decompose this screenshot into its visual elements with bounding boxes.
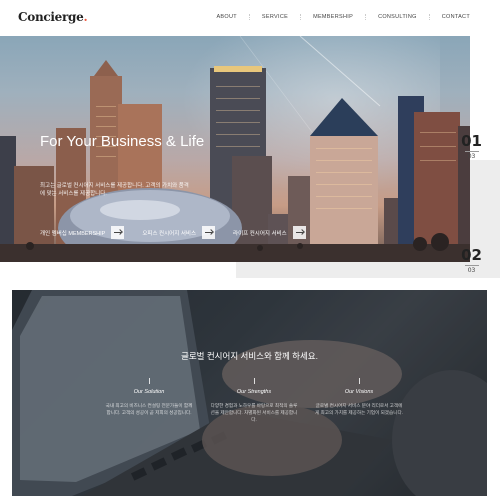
nav-membership[interactable]: MEMBERSHIP [300,14,365,20]
pillar-title: Our Solution [133,389,165,395]
hero-link-label: 개인 멤버십 MEMBERSHIP [40,230,106,237]
hero-title: For Your Business & Life [40,133,205,150]
hero-link-membership[interactable]: 개인 멤버십 MEMBERSHIP [40,226,125,239]
slide-current: 02 [461,246,482,264]
hero-link-office[interactable]: 오피스 컨시어지 서비스 [142,226,216,239]
arrow-right-icon [111,226,125,239]
pillar-description: 국내 최고의 비즈니스 컨설팅 전문가들이 함께 합니다. 고객의 성공이 곧 … [105,403,193,415]
arrow-right-icon [292,226,306,239]
main-nav: ABOUT SERVICE MEMBERSHIP CONSULTING CONT… [204,14,482,20]
slide-total: 03 [467,153,476,160]
pillar-solution: Our Solution 국내 최고의 비즈니스 컨설팅 전문가들이 함께 합니… [104,378,194,423]
slide-counter-1[interactable]: 01 03 [461,132,482,160]
pillar-description: 다양한 경험과 노하우를 바탕으로 최적의 솔루션을 제안합니다. 차별화된 서… [210,403,298,422]
pillar-title: Our Strengths [236,389,272,395]
hero-slider: For Your Business & Life 최고는 글로벌 컨시어지 서비… [0,36,470,262]
logo-dot: . [83,10,88,24]
nav-service[interactable]: SERVICE [248,14,300,20]
logo-text: Concierge [18,10,84,24]
pillar-description: 글로벌 컨시어지 서비스 분야 리더로서 고객에게 최고의 가치를 제공하는 기… [315,403,403,415]
nav-contact[interactable]: CONTACT [428,14,482,20]
hero-link-label: 오피스 컨시어지 서비스 [142,230,197,237]
pillar-strengths: Our Strengths 다양한 경험과 노하우를 바탕으로 최적의 솔루션을… [209,378,299,423]
hero-description: 최고는 글로벌 컨시어지 서비스를 제공합니다. 고객의 가치와 품격에 맞는 … [40,183,189,197]
hero-link-life[interactable]: 라이프 컨시어지 서비스 [233,226,306,239]
slide-current: 01 [461,132,482,150]
pillar-visions: Our Visions 글로벌 컨시어지 서비스 분야 리더로서 고객에게 최고… [314,378,404,423]
nav-about[interactable]: ABOUT [204,14,248,20]
slide-total: 03 [467,267,476,274]
hero-links: 개인 멤버십 MEMBERSHIP 오피스 컨시어지 서비스 라이프 컨시어지 … [40,226,324,239]
arrow-right-icon [202,226,216,239]
page: Concierge. ABOUT SERVICE MEMBERSHIP CONS… [0,0,500,503]
hero-link-label: 라이프 컨시어지 서비스 [233,230,287,237]
slide-counter-2[interactable]: 02 03 [461,246,482,274]
pillars: Our Solution 국내 최고의 비즈니스 컨설팅 전문가들이 함께 합니… [104,378,404,423]
logo[interactable]: Concierge. [18,10,88,24]
pillar-title: Our Visions [344,389,374,395]
nav-consulting[interactable]: CONSULTING [365,14,429,20]
site-header: Concierge. ABOUT SERVICE MEMBERSHIP CONS… [0,0,500,36]
section-title: 글로벌 컨시어지 서비스와 함께 하세요. [181,351,318,361]
global-service-section: 글로벌 컨시어지 서비스와 함께 하세요. Our Solution 국내 최고… [12,290,487,496]
